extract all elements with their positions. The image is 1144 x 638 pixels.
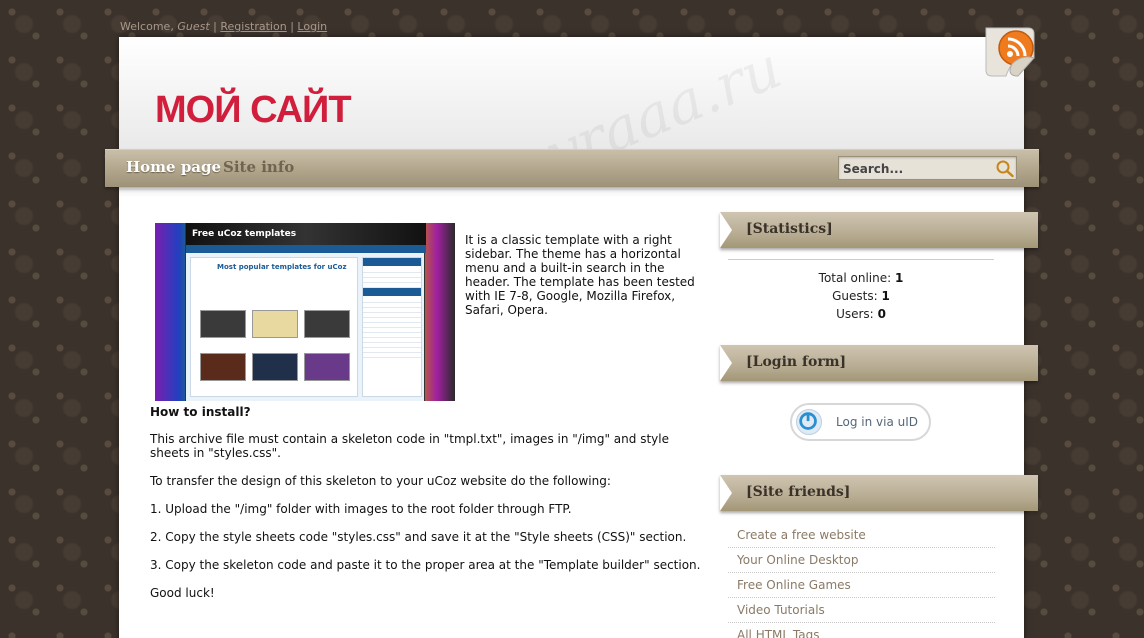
preview-thumb [304, 310, 350, 338]
separator: | [213, 20, 217, 33]
site-title[interactable]: МОЙ САЙТ [155, 89, 352, 132]
paragraph: 1. Upload the "/img" folder with images … [150, 502, 572, 516]
login-button-label: Log in via uID [836, 415, 918, 429]
registration-link[interactable]: Registration [220, 20, 286, 33]
main-nav: Home page Site info [105, 149, 1039, 187]
preview-thumb [252, 353, 298, 381]
preview-sidebar-header [363, 288, 421, 296]
watermark: yraaa.ru [535, 37, 791, 149]
article-body: How to install? This archive file must c… [150, 405, 710, 614]
divider [728, 259, 994, 260]
paragraph: 2. Copy the style sheets code "styles.cs… [150, 530, 687, 544]
site-friends-block-title: [Site friends] [720, 475, 1038, 511]
preview-heading: Most popular templates for uCoz [217, 263, 347, 271]
paragraph: This archive file must contain a skeleto… [150, 432, 669, 460]
site-friends-list: Create a free website Your Online Deskto… [728, 523, 995, 638]
username: Guest [177, 20, 210, 33]
intro-text: It is a classic template with a right si… [465, 233, 695, 317]
template-preview-image: Free uCoz templates Most popular templat… [155, 223, 455, 401]
preview-grid [197, 308, 353, 394]
paragraph: To transfer the design of this skeleton … [150, 474, 611, 488]
login-link[interactable]: Login [297, 20, 327, 33]
preview-sidebar-header [363, 258, 421, 266]
header: yraaa.ru МОЙ САЙТ [119, 37, 1024, 149]
separator: | [290, 20, 294, 33]
friend-link[interactable]: Video Tutorials [728, 598, 995, 623]
preview-main: Most popular templates for uCoz [190, 257, 358, 397]
nav-item-site-info[interactable]: Site info [223, 158, 294, 176]
friend-link[interactable]: Your Online Desktop [728, 548, 995, 573]
login-form-block-title: [Login form] [720, 345, 1038, 381]
preview-menu [186, 245, 426, 253]
preview-thumb [304, 353, 350, 381]
user-bar: Welcome, Guest | Registration | Login [120, 20, 327, 33]
preview-thumb [200, 310, 246, 338]
content-shade [119, 189, 1024, 197]
paragraph: 3. Copy the skeleton code and paste it t… [150, 558, 701, 572]
friend-link[interactable]: Create a free website [728, 523, 995, 548]
search-input[interactable] [843, 160, 991, 177]
stat-guests: Guests: 1 [832, 289, 890, 303]
login-via-uid-button[interactable]: Log in via uID [790, 403, 931, 441]
preview-thumb [200, 353, 246, 381]
preview-sidebar [362, 257, 422, 397]
paragraph: Good luck! [150, 586, 215, 600]
stat-users: Users: 0 [836, 307, 886, 321]
magnifier-icon[interactable] [995, 159, 1015, 178]
welcome-text: Welcome, [120, 20, 174, 33]
preview-thumb [252, 310, 298, 338]
search-box [838, 156, 1017, 180]
preview-title: Free uCoz templates [186, 223, 426, 245]
uid-logo-icon [796, 409, 822, 435]
rss-feed-icon[interactable] [982, 24, 1038, 80]
statistics-block: Total online: 1 Guests: 1 Users: 0 [728, 269, 994, 323]
stat-total-online: Total online: 1 [818, 271, 904, 285]
nav-item-home[interactable]: Home page [126, 158, 221, 176]
statistics-block-title: [Statistics] [720, 212, 1038, 248]
friend-link[interactable]: Free Online Games [728, 573, 995, 598]
install-heading: How to install? [150, 405, 251, 419]
preview-window: Free uCoz templates Most popular templat… [185, 223, 426, 401]
friend-link[interactable]: All HTML Tags [728, 623, 995, 638]
